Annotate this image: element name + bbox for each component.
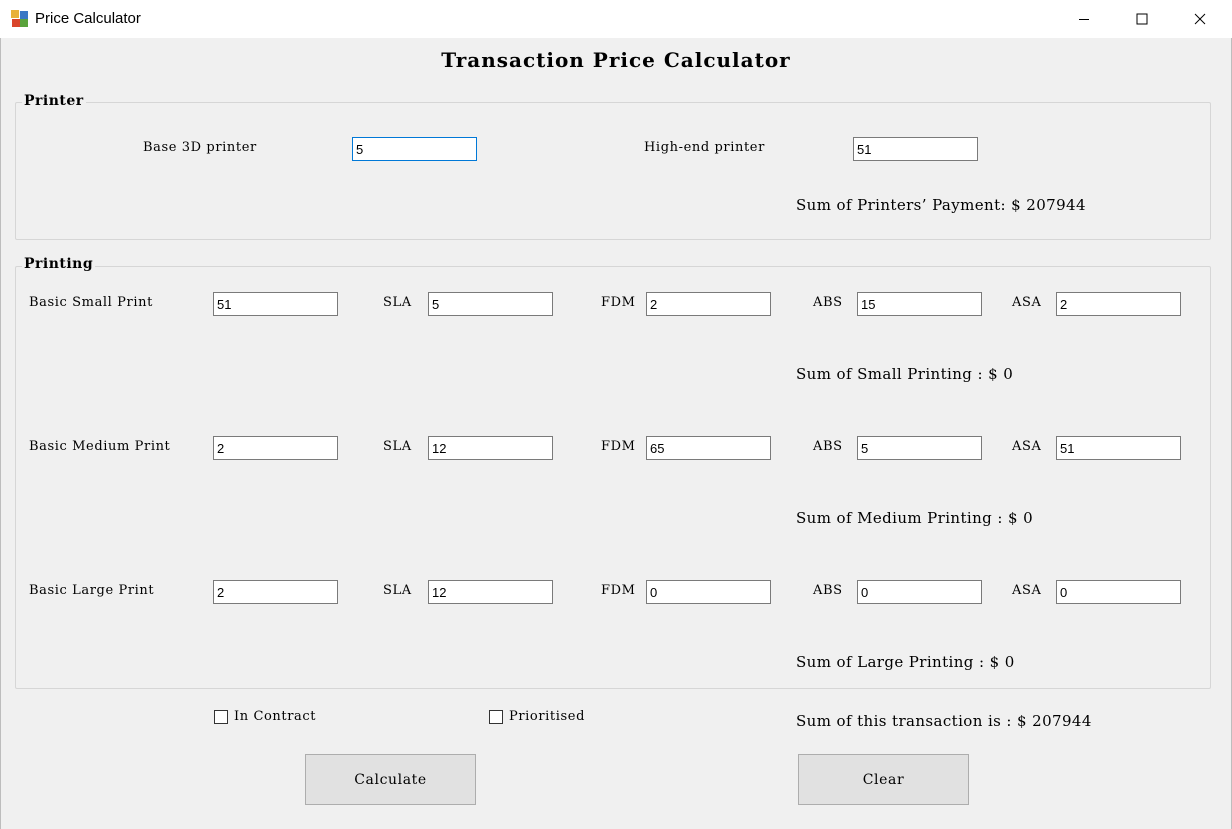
printer-group-label: Printer — [22, 93, 86, 109]
medium-fdm-label: FDM — [601, 439, 636, 454]
medium-basic-input[interactable] — [213, 436, 338, 460]
printers-sum-text: Sum of Printers’ Payment: $ 207944 — [796, 196, 1086, 214]
small-asa-label: ASA — [1012, 295, 1042, 310]
medium-sum-text: Sum of Medium Printing : $ 0 — [796, 509, 1034, 527]
small-sla-input[interactable] — [428, 292, 553, 316]
page-heading: Transaction Price Calculator — [441, 48, 791, 72]
calculate-button[interactable]: Calculate — [305, 754, 476, 805]
large-fdm-label: FDM — [601, 583, 636, 598]
small-print-label: Basic Small Print — [29, 295, 153, 310]
prioritised-label: Prioritised — [509, 709, 585, 724]
prioritised-checkbox[interactable]: Prioritised — [489, 709, 585, 724]
medium-sla-input[interactable] — [428, 436, 553, 460]
large-abs-input[interactable] — [857, 580, 982, 604]
printer-group — [15, 102, 1211, 240]
in-contract-checkbox-box[interactable] — [214, 709, 228, 724]
small-abs-input[interactable] — [857, 292, 982, 316]
close-button[interactable] — [1171, 0, 1229, 38]
base-printer-input[interactable] — [352, 137, 477, 161]
large-sum-text: Sum of Large Printing : $ 0 — [796, 653, 1015, 671]
large-sla-input[interactable] — [428, 580, 553, 604]
large-print-label: Basic Large Print — [29, 583, 155, 598]
clear-button[interactable]: Clear — [798, 754, 969, 805]
window-title: Price Calculator — [35, 10, 141, 27]
small-basic-input[interactable] — [213, 292, 338, 316]
large-fdm-input[interactable] — [646, 580, 771, 604]
large-abs-label: ABS — [813, 583, 843, 598]
in-contract-label: In Contract — [234, 709, 317, 724]
medium-asa-label: ASA — [1012, 439, 1042, 454]
medium-abs-label: ABS — [813, 439, 843, 454]
title-bar[interactable]: Price Calculator — [0, 0, 1232, 38]
small-asa-input[interactable] — [1056, 292, 1181, 316]
small-fdm-input[interactable] — [646, 292, 771, 316]
large-asa-label: ASA — [1012, 583, 1042, 598]
maximize-button[interactable] — [1113, 0, 1171, 38]
highend-printer-label: High-end printer — [644, 140, 765, 155]
medium-asa-input[interactable] — [1056, 436, 1181, 460]
small-sla-label: SLA — [383, 295, 412, 310]
medium-fdm-input[interactable] — [646, 436, 771, 460]
printing-group — [15, 266, 1211, 689]
minimize-icon — [1079, 19, 1089, 20]
prioritised-checkbox-box[interactable] — [489, 709, 503, 724]
app-icon — [11, 10, 28, 27]
large-sla-label: SLA — [383, 583, 412, 598]
large-asa-input[interactable] — [1056, 580, 1181, 604]
maximize-icon — [1136, 13, 1148, 25]
small-fdm-label: FDM — [601, 295, 636, 310]
in-contract-checkbox[interactable]: In Contract — [214, 709, 316, 724]
medium-sla-label: SLA — [383, 439, 412, 454]
small-abs-label: ABS — [813, 295, 843, 310]
small-sum-text: Sum of Small Printing : $ 0 — [796, 365, 1014, 383]
window-frame-left — [0, 0, 1, 829]
printing-group-label: Printing — [22, 256, 96, 272]
medium-print-label: Basic Medium Print — [29, 439, 171, 454]
base-printer-label: Base 3D printer — [143, 140, 257, 155]
close-icon — [1194, 13, 1206, 25]
medium-abs-input[interactable] — [857, 436, 982, 460]
highend-printer-input[interactable] — [853, 137, 978, 161]
large-basic-input[interactable] — [213, 580, 338, 604]
minimize-button[interactable] — [1055, 0, 1113, 38]
transaction-total-text: Sum of this transaction is : $ 207944 — [796, 712, 1092, 730]
